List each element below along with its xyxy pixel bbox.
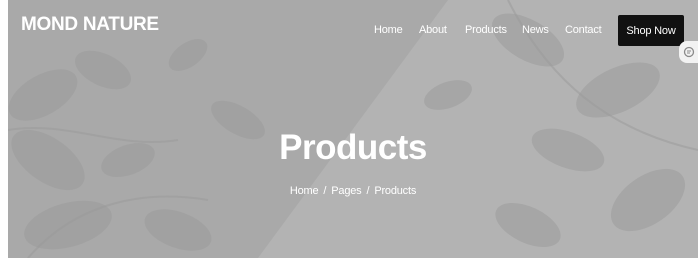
breadcrumb: Home / Pages / Products [8, 185, 698, 197]
breadcrumb-home-link[interactable]: Home [290, 185, 319, 197]
nav-home-link[interactable]: Home [374, 24, 403, 36]
main-nav: Home About Products News Contact [8, 24, 698, 38]
hero-banner: MOND NATURE Home About Products News Con… [8, 0, 698, 258]
nav-about-link[interactable]: About [419, 24, 447, 36]
page-title: Products [279, 128, 427, 167]
nav-contact-link[interactable]: Contact [565, 24, 602, 36]
breadcrumb-pages-link[interactable]: Pages [331, 185, 361, 197]
breadcrumb-current-page: Products [374, 185, 417, 197]
nav-news-link[interactable]: News [522, 24, 549, 36]
breadcrumb-separator: / [366, 185, 370, 197]
chat-icon [683, 46, 695, 58]
side-chat-tab[interactable] [679, 41, 698, 63]
breadcrumb-separator: / [323, 185, 327, 197]
shop-now-button[interactable]: Shop Now [618, 15, 684, 46]
nav-products-link[interactable]: Products [465, 24, 507, 36]
